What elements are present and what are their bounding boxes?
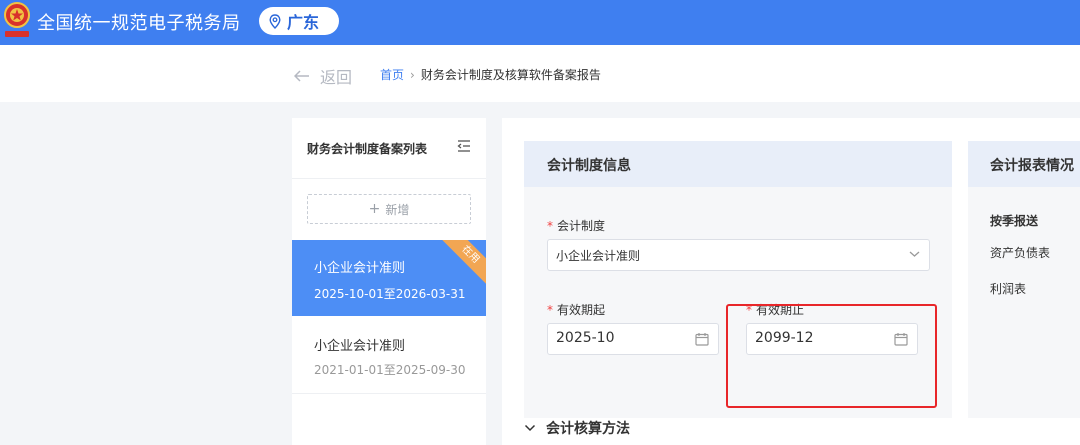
- top-header: 全国统一规范电子税务局 广东: [0, 0, 1080, 45]
- location-pin-icon: [269, 13, 281, 29]
- region-label: 广东: [287, 13, 320, 32]
- report-section: 会计报表情况 按季报送 资产负债表 利润表: [968, 141, 1080, 418]
- record-list-panel: 财务会计制度备案列表 + 新增 小企业会计准则 2025-10-01至2026-…: [292, 118, 486, 445]
- record-name: 小企业会计准则: [314, 339, 406, 354]
- divider: [292, 178, 486, 179]
- breadcrumb: 首页 › 财务会计制度及核算软件备案报告: [380, 66, 601, 83]
- report-frequency: 按季报送: [990, 214, 1039, 228]
- record-period: 2021-01-01至2025-09-30: [314, 363, 466, 377]
- record-card-active[interactable]: 小企业会计准则 2025-10-01至2026-03-31 在用: [292, 240, 486, 316]
- arrow-left-icon: [294, 70, 310, 82]
- record-name: 小企业会计准则: [314, 261, 406, 276]
- accounting-system-section: 会计制度信息 * 会计制度 小企业会计准则 * 有效期起 2025-10 * 有效期止: [524, 141, 952, 418]
- required-mark: *: [547, 219, 553, 233]
- in-use-badge: 在用: [438, 240, 486, 287]
- record-card[interactable]: 小企业会计准则 2021-01-01至2025-09-30: [292, 316, 486, 392]
- breadcrumb-current: 财务会计制度及核算软件备案报告: [420, 68, 601, 82]
- record-period: 2025-10-01至2026-03-31: [314, 287, 466, 301]
- add-record-button[interactable]: + 新增: [307, 194, 471, 224]
- record-list-title: 财务会计制度备案列表: [307, 142, 428, 156]
- report-item: 资产负债表: [990, 246, 1051, 260]
- breadcrumb-separator: ›: [410, 67, 415, 82]
- section-title: 会计报表情况: [990, 158, 1074, 174]
- section-header: 会计制度信息: [524, 141, 952, 187]
- section-header: 会计报表情况: [968, 141, 1080, 187]
- detail-panel: 会计制度信息 * 会计制度 小企业会计准则 * 有效期起 2025-10 * 有效期止: [502, 118, 1080, 445]
- report-item: 利润表: [990, 282, 1027, 296]
- tax-emblem-icon: [4, 2, 30, 37]
- start-date-label: * 有效期起: [547, 303, 606, 317]
- plus-icon: +: [368, 201, 381, 217]
- back-button[interactable]: 返回: [294, 64, 352, 88]
- section-title: 会计制度信息: [547, 158, 631, 174]
- section-title: 会计核算方法: [546, 421, 630, 437]
- chevron-down-icon: [909, 251, 920, 257]
- region-selector[interactable]: 广东: [259, 7, 339, 35]
- breadcrumb-home-link[interactable]: 首页: [380, 66, 404, 83]
- highlight-box: [726, 304, 937, 408]
- app-title: 全国统一规范电子税务局: [37, 13, 241, 34]
- start-date-value: 2025-10: [556, 330, 615, 346]
- collapse-panel-icon[interactable]: [457, 139, 471, 153]
- add-record-label: 新增: [385, 202, 410, 217]
- required-mark: *: [547, 303, 553, 317]
- accounting-system-select[interactable]: 小企业会计准则: [547, 239, 930, 271]
- start-date-picker[interactable]: 2025-10: [547, 323, 719, 355]
- accounting-method-section-toggle[interactable]: 会计核算方法: [524, 418, 630, 438]
- divider: [292, 393, 486, 394]
- accounting-system-label: * 会计制度: [547, 219, 606, 233]
- chevron-down-icon: [524, 424, 536, 432]
- calendar-icon: [695, 333, 709, 346]
- back-label: 返回: [320, 68, 353, 87]
- accounting-system-value: 小企业会计准则: [556, 249, 641, 263]
